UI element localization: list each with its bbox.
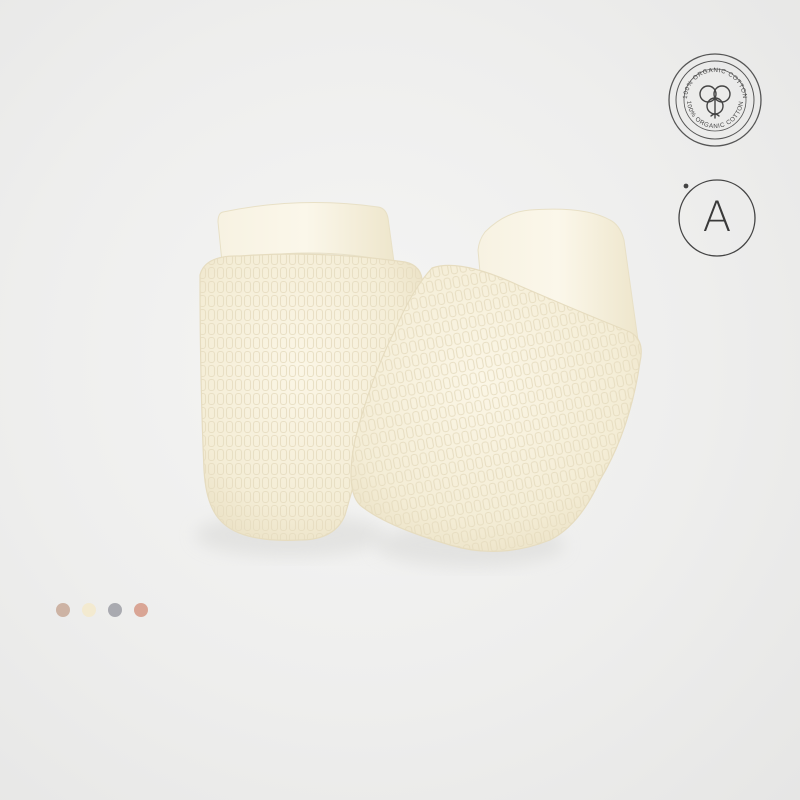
swatch-tan[interactable] <box>56 603 70 617</box>
organic-badge-text-top: 100% ORGANIC COTTON <box>682 67 747 99</box>
swatch-coral[interactable] <box>134 603 148 617</box>
cotton-flower-icon: 100% ORGANIC COTTON 100% ORGANIC COTTON <box>668 53 762 147</box>
svg-text:100% ORGANIC COTTON: 100% ORGANIC COTTON <box>682 67 748 99</box>
organic-cotton-badge: 100% ORGANIC COTTON 100% ORGANIC COTTON <box>667 52 763 148</box>
swatch-grey[interactable] <box>108 603 122 617</box>
color-swatches <box>56 603 148 617</box>
variant-letter: A <box>702 192 732 241</box>
variant-badge: A <box>672 173 762 263</box>
swatch-cream[interactable] <box>82 603 96 617</box>
